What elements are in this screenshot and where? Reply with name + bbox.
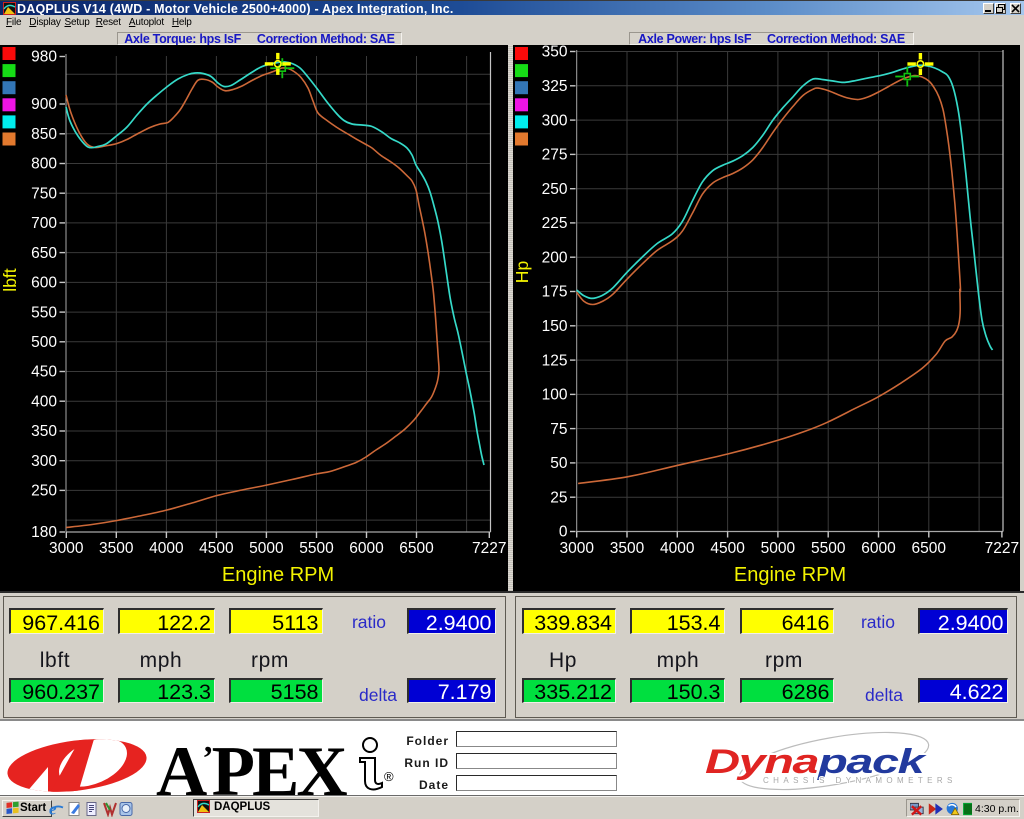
svg-text:350: 350	[31, 423, 57, 440]
svg-text:6000: 6000	[349, 540, 384, 557]
svg-text:650: 650	[31, 245, 57, 262]
svg-text:200: 200	[542, 249, 568, 266]
svg-text:450: 450	[31, 364, 57, 381]
svg-text:5500: 5500	[811, 540, 846, 557]
svg-text:3000: 3000	[49, 540, 84, 557]
svg-text:7227: 7227	[985, 540, 1019, 557]
svg-text:300: 300	[31, 453, 57, 470]
svg-text:275: 275	[542, 147, 568, 164]
svg-text:300: 300	[542, 112, 568, 129]
svg-text:3500: 3500	[610, 540, 645, 557]
svg-text:400: 400	[31, 393, 57, 410]
svg-text:lbft: lbft	[0, 268, 20, 291]
svg-text:75: 75	[550, 421, 567, 438]
svg-text:Engine RPM: Engine RPM	[734, 564, 846, 586]
svg-text:125: 125	[542, 352, 568, 369]
svg-text:700: 700	[31, 215, 57, 232]
svg-text:5000: 5000	[761, 540, 796, 557]
svg-text:4500: 4500	[710, 540, 745, 557]
svg-text:600: 600	[31, 275, 57, 292]
svg-text:100: 100	[542, 387, 568, 404]
svg-text:325: 325	[542, 78, 568, 95]
svg-text:980: 980	[31, 49, 57, 66]
svg-text:550: 550	[31, 304, 57, 321]
svg-text:Hp: Hp	[512, 261, 532, 283]
svg-text:6500: 6500	[399, 540, 434, 557]
svg-text:4000: 4000	[149, 540, 184, 557]
svg-text:175: 175	[542, 284, 568, 301]
svg-text:Engine RPM: Engine RPM	[222, 564, 334, 586]
svg-text:850: 850	[31, 126, 57, 143]
svg-text:350: 350	[542, 45, 568, 61]
svg-text:4000: 4000	[660, 540, 695, 557]
svg-text:900: 900	[31, 96, 57, 113]
svg-text:25: 25	[550, 489, 567, 506]
svg-text:250: 250	[31, 483, 57, 500]
svg-text:5500: 5500	[299, 540, 334, 557]
svg-text:150: 150	[542, 318, 568, 335]
svg-text:180: 180	[31, 524, 57, 541]
svg-text:0: 0	[559, 524, 568, 541]
svg-text:250: 250	[542, 181, 568, 198]
svg-text:50: 50	[550, 455, 568, 472]
svg-text:800: 800	[31, 156, 57, 173]
svg-text:6500: 6500	[912, 540, 947, 557]
svg-text:5000: 5000	[249, 540, 284, 557]
svg-text:7227: 7227	[472, 540, 506, 557]
svg-text:CHASSIS DYNAMOMETERS: CHASSIS DYNAMOMETERS	[763, 776, 957, 785]
svg-text:6000: 6000	[861, 540, 896, 557]
svg-text:3500: 3500	[99, 540, 134, 557]
svg-text:500: 500	[31, 334, 57, 351]
svg-text:Dynapack: Dynapack	[705, 742, 928, 780]
svg-text:750: 750	[31, 185, 57, 202]
svg-text:4500: 4500	[199, 540, 234, 557]
svg-text:3000: 3000	[559, 540, 594, 557]
svg-text:225: 225	[542, 215, 568, 232]
